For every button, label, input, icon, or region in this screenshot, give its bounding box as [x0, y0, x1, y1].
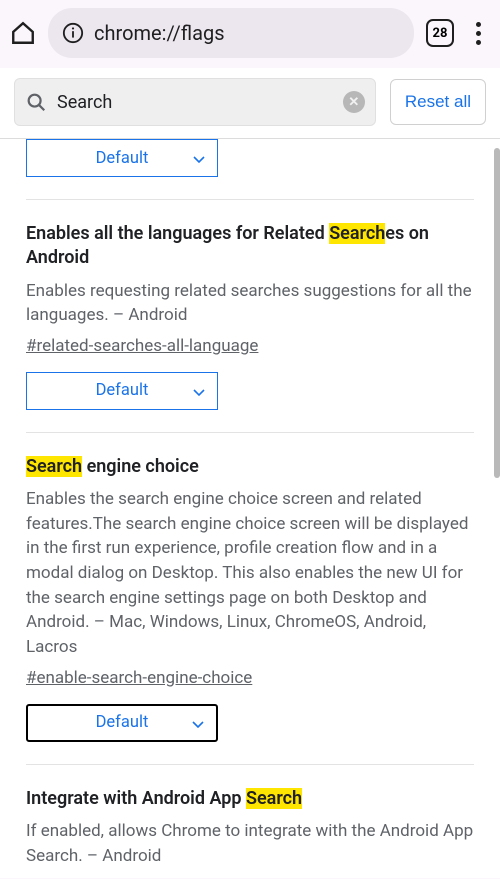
highlight: Search: [26, 456, 82, 477]
browser-top-bar: chrome://flags 28: [0, 0, 500, 68]
omnibox-url: chrome://flags: [94, 21, 225, 45]
omnibox[interactable]: chrome://flags: [48, 8, 414, 58]
flag-partial: Default: [26, 139, 474, 200]
flag-title: Enables all the languages for Related Se…: [26, 222, 474, 271]
flag-item: Integrate with Android App Search If enab…: [26, 765, 474, 878]
flag-anchor-link[interactable]: #enable-search-engine-choice: [26, 668, 252, 688]
clear-search-icon[interactable]: ✕: [343, 91, 365, 113]
flag-description: Enables requesting related searches sugg…: [26, 279, 474, 328]
site-info-icon[interactable]: [62, 22, 84, 44]
reset-all-button[interactable]: Reset all: [390, 79, 486, 125]
flag-item: Enables all the languages for Related Se…: [26, 200, 474, 433]
flags-toolbar: Search ✕ Reset all: [0, 68, 500, 139]
flag-item: Search engine choice Enables the search e…: [26, 433, 474, 765]
flags-search-box[interactable]: Search ✕: [14, 78, 376, 126]
flag-anchor-link[interactable]: #related-searches-all-language: [26, 336, 258, 356]
search-input[interactable]: Search: [57, 92, 112, 113]
highlight: Search: [329, 223, 385, 244]
home-icon[interactable]: [10, 20, 36, 46]
select-value: Default: [96, 713, 149, 732]
flag-select[interactable]: Default: [26, 704, 218, 742]
search-icon: [25, 91, 47, 113]
flag-select[interactable]: Default: [26, 372, 218, 410]
select-value: Default: [96, 381, 149, 400]
select-value: Default: [96, 149, 149, 168]
flag-title: Search engine choice: [26, 455, 474, 479]
highlight: Search: [246, 788, 302, 809]
flag-description: Enables the search engine choice screen …: [26, 487, 474, 659]
flags-content: Default Enables all the languages for Re…: [0, 139, 500, 878]
chevron-down-icon: [192, 717, 204, 729]
flag-select[interactable]: Default: [26, 139, 218, 177]
flag-anchor-link[interactable]: #android-app-integration: [26, 876, 213, 878]
tab-switcher-button[interactable]: 28: [426, 19, 454, 47]
tab-count-value: 28: [433, 26, 448, 41]
chevron-down-icon: [193, 385, 205, 397]
chevron-down-icon: [193, 152, 205, 164]
scrollbar-thumb[interactable]: [494, 148, 500, 478]
flag-title: Integrate with Android App Search: [26, 787, 474, 811]
flag-description: If enabled, allows Chrome to integrate w…: [26, 819, 474, 868]
menu-button[interactable]: [466, 22, 490, 45]
